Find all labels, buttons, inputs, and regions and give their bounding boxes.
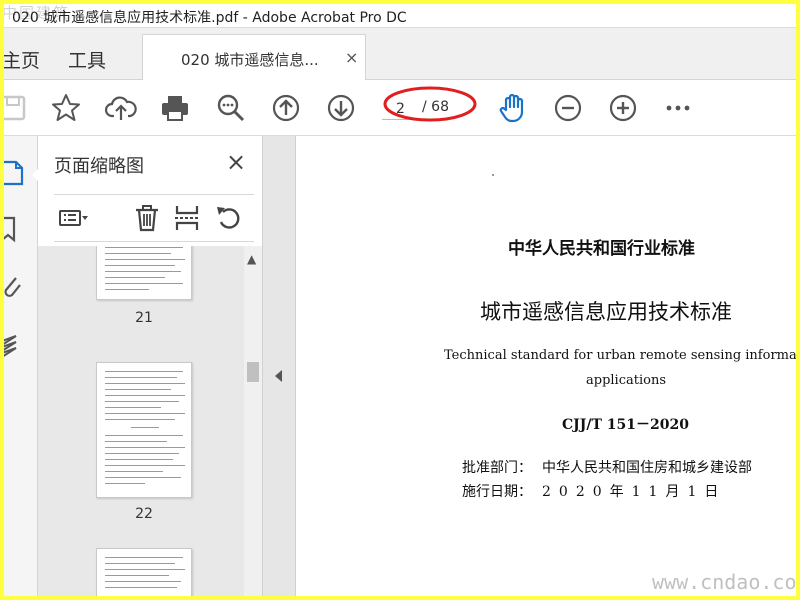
scroll-up-icon[interactable]: ▲ — [247, 252, 256, 266]
red-circle-annotation — [383, 86, 477, 122]
doc-title-en-line2: applications — [586, 373, 666, 388]
thumbnail-page — [96, 362, 192, 498]
scrollbar-thumb[interactable] — [247, 362, 259, 382]
zoom-out-icon[interactable] — [552, 92, 584, 124]
watermark-top-left: 中国建筑 — [4, 4, 71, 22]
doc-title-cn: 城市遥感信息应用技术标准 — [480, 300, 732, 324]
page-mark — [492, 174, 494, 176]
tab-home[interactable]: 主页 — [4, 46, 40, 73]
thumbnail-page-number: 21 — [135, 310, 153, 326]
tab-bar: 主页 工具 020 城市遥感信息... × — [4, 28, 796, 80]
title-bar: 020 城市遥感信息应用技术标准.pdf - Adobe Acrobat Pro… — [4, 4, 796, 28]
zoom-in-icon[interactable] — [607, 92, 639, 124]
insert-page-icon[interactable] — [172, 203, 202, 233]
acrobat-window: 020 城市遥感信息应用技术标准.pdf - Adobe Acrobat Pro… — [4, 4, 796, 596]
thumbnail-panel: 页面缩略图 × 21 22 ▲ — [38, 136, 262, 596]
doc-dept-value: 中华人民共和国住房和城乡建设部 — [542, 460, 752, 476]
print-icon[interactable] — [159, 92, 191, 124]
thumbnail-page — [96, 246, 192, 300]
star-icon[interactable] — [50, 92, 82, 124]
zoom-search-icon[interactable] — [215, 92, 247, 124]
page-down-icon[interactable] — [325, 92, 357, 124]
window-title: 020 城市遥感信息应用技术标准.pdf - Adobe Acrobat Pro… — [12, 10, 407, 26]
save-icon[interactable] — [4, 92, 30, 124]
left-tool-rail — [4, 136, 41, 596]
thumbnail-list: 21 22 — [38, 246, 244, 596]
doc-standard-code: CJJ/T 151－2020 — [562, 417, 689, 433]
document-page: 中华人民共和国行业标准 城市遥感信息应用技术标准 Technical stand… — [296, 136, 796, 596]
doc-standard-type: 中华人民共和国行业标准 — [508, 239, 695, 259]
tab-tools[interactable]: 工具 — [68, 46, 106, 73]
options-icon[interactable] — [58, 203, 88, 233]
close-tab-icon[interactable]: × — [345, 48, 358, 67]
layers-icon[interactable] — [4, 332, 30, 362]
toolbar: / 68 — [4, 80, 796, 136]
tab-document[interactable]: 020 城市遥感信息... × — [142, 34, 366, 80]
attachment-icon[interactable] — [4, 272, 30, 302]
thumbnail-page-number: 22 — [135, 506, 153, 522]
page-up-icon[interactable] — [270, 92, 302, 124]
page-thumbnails-icon[interactable] — [4, 158, 30, 188]
bookmark-icon[interactable] — [4, 214, 30, 244]
doc-date-label: 施行日期： — [462, 484, 532, 500]
watermark-bottom-right: www.cndao.com — [652, 570, 796, 594]
thumbnail-toolbar — [54, 194, 254, 242]
doc-title-en-line1: Technical standard for urban remote sens… — [444, 348, 796, 363]
thumbnail-page — [96, 548, 192, 596]
cloud-upload-icon[interactable] — [104, 92, 137, 124]
hand-icon[interactable] — [497, 92, 529, 124]
more-icon[interactable] — [662, 92, 694, 124]
doc-dept-label: 批准部门： — [462, 460, 532, 476]
doc-date-value: 2020年11月1日 — [542, 484, 727, 500]
panel-collapse-gutter[interactable] — [262, 136, 296, 596]
thumbnail-scrollbar[interactable]: ▲ — [244, 246, 262, 596]
thumbnail-panel-title: 页面缩略图 — [54, 156, 144, 177]
delete-icon[interactable] — [132, 203, 162, 233]
rotate-icon[interactable] — [214, 203, 244, 233]
document-tab-label: 020 城市遥感信息... — [181, 51, 319, 69]
close-panel-icon[interactable]: × — [226, 148, 246, 176]
collapse-arrow-icon[interactable] — [275, 370, 282, 382]
